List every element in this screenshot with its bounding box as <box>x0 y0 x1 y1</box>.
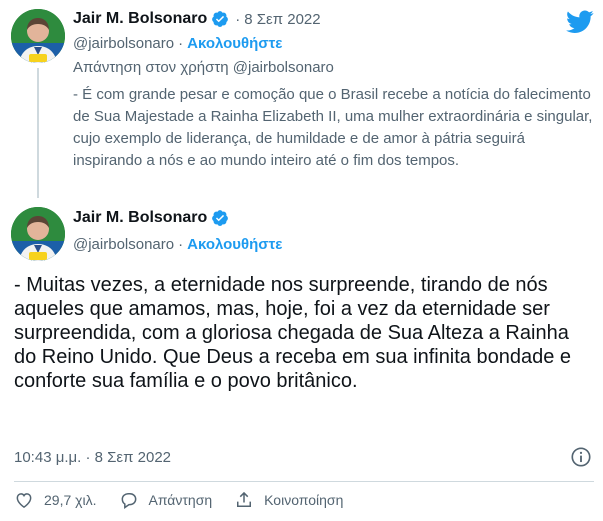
action-bar: 29,7 χιλ. Απάντηση Κοινοποίηση <box>14 490 365 510</box>
verified-badge-icon <box>212 11 229 27</box>
quoted-tweet-text: - É com grande pesar e comoção que o Bra… <box>73 84 593 172</box>
author-handle[interactable]: @jairbolsonaro <box>73 35 174 52</box>
verified-badge-icon <box>212 210 229 226</box>
thread-line <box>37 68 39 198</box>
author-name[interactable]: Jair M. Bolsonaro <box>73 10 207 28</box>
avatar-image <box>11 9 65 63</box>
reply-label: Απάντηση <box>148 492 213 508</box>
author-row: Jair M. Bolsonaro · 8 Σεπ 2022 <box>73 10 321 28</box>
divider <box>14 481 594 482</box>
tweet-text: - É com grande pesar e comoção que o Bra… <box>73 86 593 169</box>
like-count: 29,7 χιλ. <box>44 492 97 508</box>
avatar[interactable] <box>11 207 65 261</box>
share-icon <box>237 491 252 507</box>
author-row: Jair M. Bolsonaro <box>73 209 229 227</box>
heart-icon <box>16 493 32 508</box>
avatar-image <box>11 207 65 261</box>
separator-dot: · <box>235 10 241 28</box>
tweet-embed: Jair M. Bolsonaro · 8 Σεπ 2022 @jairbols… <box>0 0 603 521</box>
info-icon[interactable] <box>570 446 592 468</box>
follow-link[interactable]: Ακολουθήστε <box>187 236 282 253</box>
separator-dot: · <box>178 236 184 253</box>
handle-row: @jairbolsonaro · Ακολουθήστε <box>73 236 282 253</box>
reply-button[interactable]: Απάντηση <box>119 490 213 510</box>
share-label: Κοινοποίηση <box>264 492 344 508</box>
avatar[interactable] <box>11 9 65 63</box>
tweet-date[interactable]: 8 Σεπ 2022 <box>244 11 320 28</box>
handle-row: @jairbolsonaro · Ακολουθήστε <box>73 35 282 52</box>
reply-to-label: Απάντηση στον χρήστη @jairbolsonaro <box>73 59 334 76</box>
tweet-text: - Muitas vezes, a eternidade nos surpree… <box>14 274 572 392</box>
separator-dot: · <box>178 35 184 52</box>
like-button[interactable]: 29,7 χιλ. <box>14 490 97 510</box>
author-name[interactable]: Jair M. Bolsonaro <box>73 209 207 227</box>
follow-link[interactable]: Ακολουθήστε <box>187 35 282 52</box>
tweet-timestamp[interactable]: 10:43 μ.μ. · 8 Σεπ 2022 <box>14 449 171 466</box>
twitter-bird-icon[interactable] <box>566 10 594 34</box>
reply-bubble-icon <box>121 493 136 509</box>
share-button[interactable]: Κοινοποίηση <box>234 490 343 510</box>
author-handle[interactable]: @jairbolsonaro <box>73 236 174 253</box>
